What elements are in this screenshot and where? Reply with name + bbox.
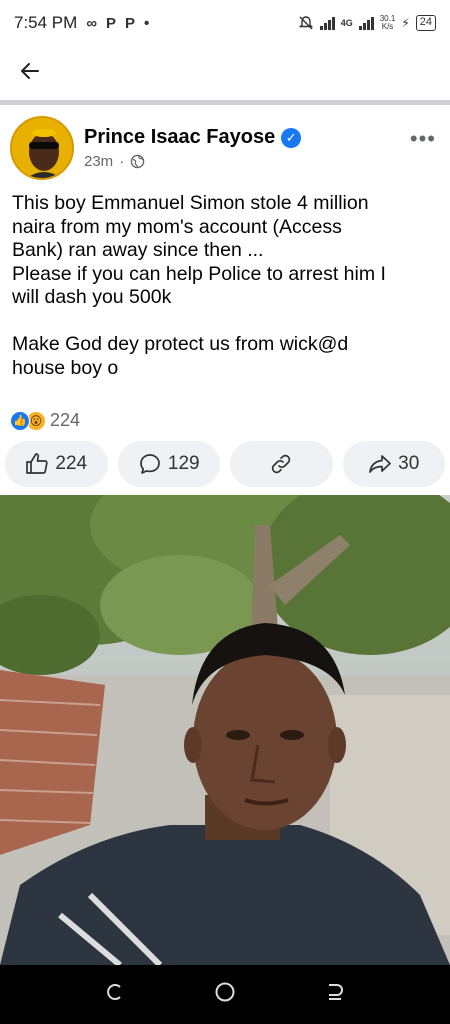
status-right: 4G 30.1 K/s ⚡ 24 xyxy=(298,15,436,31)
share-button[interactable]: 30 xyxy=(342,441,445,487)
post-text: This boy Emmanuel Simon stole 4 million … xyxy=(12,192,440,380)
post-meta: 23m · xyxy=(84,153,145,170)
photo-image xyxy=(0,495,450,965)
comment-button[interactable]: 129 xyxy=(117,441,220,487)
speed-unit: K/s xyxy=(381,22,394,31)
copy-link-button[interactable] xyxy=(230,441,333,487)
battery-icon: 24 xyxy=(415,15,436,31)
like-reaction-icon: 👍 xyxy=(10,410,30,431)
section-divider xyxy=(0,100,450,105)
like-button[interactable]: 224 xyxy=(5,441,108,487)
author-name-row[interactable]: Prince Isaac Fayose ✓ xyxy=(84,126,302,149)
post-time[interactable]: 23m xyxy=(84,153,113,170)
verified-badge-icon: ✓ xyxy=(281,127,302,148)
recent-apps-icon xyxy=(107,983,121,1000)
post-header: Prince Isaac Fayose ✓ 23m · ••• xyxy=(0,112,450,182)
status-time: 7:54 PM xyxy=(14,13,78,32)
top-nav xyxy=(0,46,450,100)
more-options-icon[interactable]: ••• xyxy=(410,126,436,152)
recent-apps-button[interactable] xyxy=(95,981,135,1009)
home-circle-icon xyxy=(215,982,235,1001)
globe-icon xyxy=(130,154,145,169)
app-p-icon: P xyxy=(106,14,117,32)
network-type: 4G xyxy=(340,18,353,28)
post-line: This boy Emmanuel Simon stole 4 million xyxy=(12,192,369,214)
like-count: 224 xyxy=(55,453,88,474)
signal-icon xyxy=(319,16,335,30)
avatar[interactable] xyxy=(10,116,74,180)
system-nav-bar xyxy=(0,965,450,1024)
reactions-summary[interactable]: 👍 😮 224 xyxy=(10,410,80,431)
meta-separator: · xyxy=(119,153,125,170)
reaction-count: 224 xyxy=(50,410,81,430)
status-bar: 7:54 PM ∞ P P • 4G 30.1 K/s ⚡ 24 xyxy=(0,0,450,46)
home-button[interactable] xyxy=(205,981,245,1009)
post-line: Please if you can help Police to arrest … xyxy=(12,262,386,285)
network-speed: 30.1 K/s xyxy=(380,15,396,31)
comment-count: 129 xyxy=(167,453,200,474)
share-arrow-icon xyxy=(369,455,392,473)
thumbs-up-icon xyxy=(26,453,49,474)
charging-icon: ⚡ xyxy=(401,16,410,30)
infinity-icon: ∞ xyxy=(86,14,98,32)
mute-icon xyxy=(298,16,313,30)
post-line: will dash you 500k xyxy=(12,286,172,308)
back-arrow-icon[interactable] xyxy=(20,61,40,85)
post-actions: 224 129 30 xyxy=(5,441,445,487)
status-left: 7:54 PM ∞ P P • xyxy=(14,13,149,33)
link-icon xyxy=(272,454,291,474)
back-button[interactable] xyxy=(315,981,355,1009)
signal-icon-2 xyxy=(358,16,374,30)
post-photo[interactable] xyxy=(0,495,450,965)
dot-icon: • xyxy=(144,14,150,32)
post-line: naira from my mom's account (Access xyxy=(12,215,342,238)
post-line: Bank) ran away since then ... xyxy=(12,239,264,261)
author-name[interactable]: Prince Isaac Fayose xyxy=(84,126,275,149)
comment-bubble-icon xyxy=(140,454,160,474)
post-line: Make God dey protect us from wick@d xyxy=(12,333,349,355)
post-line: house boy o xyxy=(12,356,119,379)
app-p-icon-2: P xyxy=(125,14,136,32)
share-count: 30 xyxy=(398,453,420,474)
back-nav-icon xyxy=(329,983,343,1000)
